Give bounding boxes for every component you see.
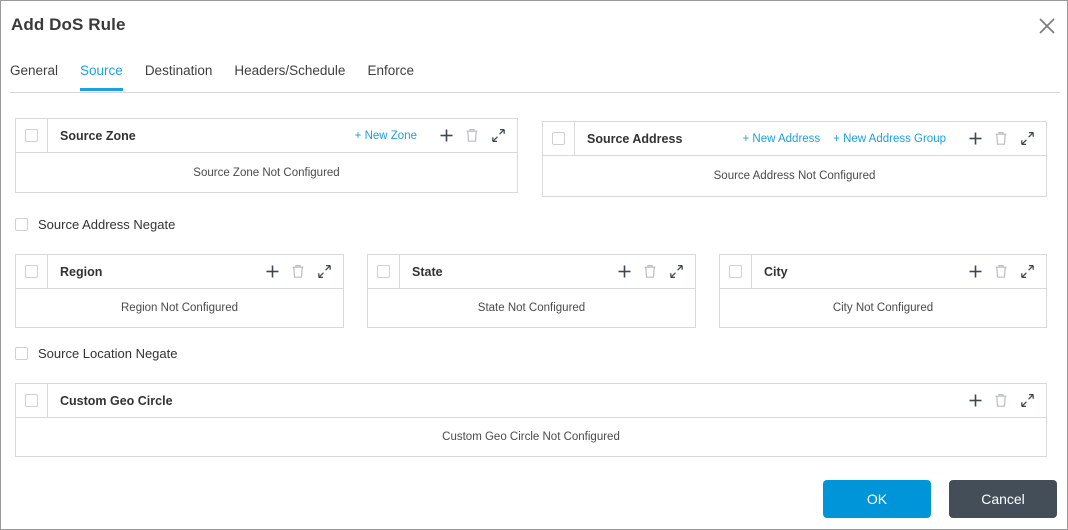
custom-geo-circle-panel: Custom Geo Circle Custom Geo Circle Not … [15, 383, 1047, 457]
new-address-link[interactable]: + New Address [743, 133, 821, 145]
city-title: City [764, 264, 788, 279]
source-address-title: Source Address [587, 131, 683, 146]
custom-geo-circle-empty-message: Custom Geo Circle Not Configured [442, 431, 620, 443]
source-zone-actions: + New Zone [355, 126, 517, 146]
source-zone-header: Source Zone + New Zone [16, 119, 517, 153]
state-empty-message: State Not Configured [477, 302, 586, 314]
expand-icon[interactable] [1017, 391, 1037, 411]
city-panel: City City Not Configured [719, 254, 1047, 328]
custom-geo-circle-title: Custom Geo Circle [60, 393, 173, 408]
source-address-checkbox-cell [543, 122, 575, 155]
close-icon[interactable] [1034, 13, 1060, 39]
custom-geo-circle-checkbox[interactable] [25, 394, 38, 407]
source-location-negate-label: Source Location Negate [38, 346, 178, 361]
region-header: Region [16, 255, 343, 289]
region-empty-message: Region Not Configured [121, 302, 238, 314]
source-zone-title: Source Zone [60, 128, 136, 143]
city-checkbox[interactable] [729, 265, 742, 278]
source-zone-panel: Source Zone + New Zone Source Zone Not C… [15, 118, 518, 193]
city-empty-message: City Not Configured [832, 302, 934, 314]
source-zone-empty-message: Source Zone Not Configured [193, 166, 340, 179]
plus-icon[interactable] [965, 262, 985, 282]
plus-icon[interactable] [614, 262, 634, 282]
tab-headers-schedule[interactable]: Headers/Schedule [234, 61, 345, 90]
dialog-titlebar: Add DoS Rule [1, 1, 1067, 51]
city-header: City [720, 255, 1046, 289]
source-zone-checkbox[interactable] [25, 129, 38, 142]
cancel-button[interactable]: Cancel [949, 480, 1057, 518]
expand-icon[interactable] [488, 126, 508, 146]
source-address-negate-label: Source Address Negate [38, 217, 176, 232]
trash-icon[interactable] [991, 262, 1011, 282]
region-panel: Region Region Not Configured [15, 254, 344, 328]
source-zone-checkbox-cell [16, 119, 48, 152]
state-header: State [368, 255, 695, 289]
expand-icon[interactable] [314, 262, 334, 282]
source-address-header: Source Address + New Address + New Addre… [543, 122, 1046, 156]
expand-icon[interactable] [1017, 129, 1037, 149]
new-address-group-link[interactable]: + New Address Group [833, 133, 946, 145]
plus-icon[interactable] [965, 391, 985, 411]
new-zone-link[interactable]: + New Zone [355, 130, 417, 142]
plus-icon[interactable] [965, 129, 985, 149]
tab-source[interactable]: Source [80, 61, 123, 91]
tab-enforce[interactable]: Enforce [367, 61, 414, 90]
custom-geo-circle-header: Custom Geo Circle [16, 384, 1046, 418]
expand-icon[interactable] [1017, 262, 1037, 282]
expand-icon[interactable] [666, 262, 686, 282]
source-address-actions: + New Address + New Address Group [743, 129, 1047, 149]
page-title: Add DoS Rule [11, 15, 126, 34]
state-panel: State State Not Configured [367, 254, 696, 328]
region-checkbox-cell [16, 255, 48, 288]
source-address-empty-message: Source Address Not Configured [713, 170, 876, 182]
add-dos-rule-dialog: Add DoS Rule General Source Destination … [0, 0, 1068, 530]
source-address-negate-row[interactable]: Source Address Negate [15, 217, 175, 232]
tab-general[interactable]: General [10, 61, 58, 90]
state-title: State [412, 264, 443, 279]
trash-icon[interactable] [991, 391, 1011, 411]
custom-geo-circle-checkbox-cell [16, 384, 48, 417]
trash-icon[interactable] [991, 129, 1011, 149]
source-address-panel: Source Address + New Address + New Addre… [542, 121, 1047, 197]
source-location-negate-checkbox[interactable] [15, 347, 28, 360]
custom-geo-circle-actions [959, 391, 1046, 411]
trash-icon[interactable] [462, 126, 482, 146]
source-location-negate-row[interactable]: Source Location Negate [15, 346, 177, 361]
city-actions [959, 262, 1046, 282]
tab-destination[interactable]: Destination [145, 61, 213, 90]
trash-icon[interactable] [288, 262, 308, 282]
state-checkbox-cell [368, 255, 400, 288]
plus-icon[interactable] [436, 126, 456, 146]
state-actions [608, 262, 695, 282]
ok-button[interactable]: OK [823, 480, 931, 518]
state-checkbox[interactable] [377, 265, 390, 278]
region-actions [256, 262, 343, 282]
tab-bar: General Source Destination Headers/Sched… [10, 61, 1060, 93]
source-address-negate-checkbox[interactable] [15, 218, 28, 231]
region-title: Region [60, 264, 103, 279]
plus-icon[interactable] [262, 262, 282, 282]
source-address-checkbox[interactable] [552, 132, 565, 145]
region-checkbox[interactable] [25, 265, 38, 278]
trash-icon[interactable] [640, 262, 660, 282]
city-checkbox-cell [720, 255, 752, 288]
